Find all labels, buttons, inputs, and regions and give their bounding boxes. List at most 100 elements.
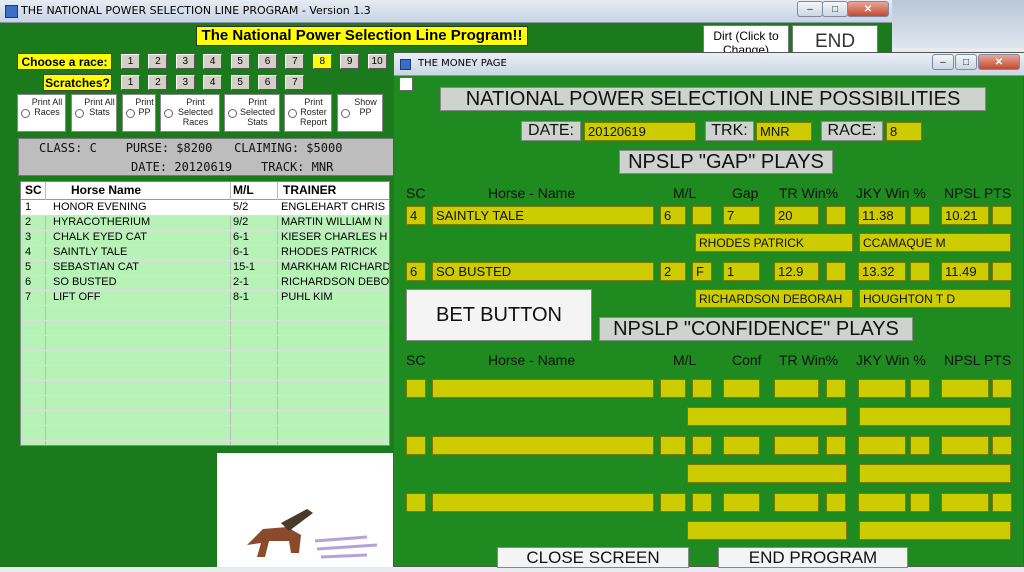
table-row[interactable]: 4 SAINTLY TALE 6-1 RHODES PATRICK (21, 245, 389, 261)
print-option-label: Print PP (135, 97, 154, 117)
table-row[interactable] (21, 410, 389, 426)
radio-circle-icon[interactable] (288, 109, 297, 118)
gap-tr-win-field: 12.9 (774, 262, 819, 281)
gap-pts-field: 10.21 (941, 206, 989, 225)
desktop-strip (890, 0, 1024, 48)
table-row[interactable] (21, 320, 389, 336)
table-row[interactable] (21, 425, 389, 441)
print-option-radio[interactable]: Print Selected Races (160, 94, 220, 132)
confidence-field (941, 493, 989, 512)
gap-sc-field: 6 (406, 262, 426, 281)
cell-name: HYRACOTHERIUM (53, 216, 151, 228)
cell-sc: 5 (25, 261, 32, 273)
print-option-radio[interactable]: Print Selected Stats (224, 94, 280, 132)
table-row[interactable] (21, 305, 389, 321)
print-option-label: Print All Races (31, 97, 63, 117)
gap-jky-win-field: 13.32 (858, 262, 906, 281)
cell-trainer: ENGLEHART CHRIS (281, 201, 386, 213)
scratch-button-6[interactable]: 6 (258, 75, 277, 90)
print-option-label: Print Selected Races (177, 97, 214, 127)
col-ml: M/L (233, 183, 254, 197)
table-row[interactable]: 6 SO BUSTED 2-1 RICHARDSON DEBO (21, 275, 389, 291)
radio-circle-icon[interactable] (75, 109, 84, 118)
race-button-3[interactable]: 3 (175, 54, 195, 69)
main-window-title: THE NATIONAL POWER SELECTION LINE PROGRA… (21, 4, 371, 17)
cell-name: SAINTLY TALE (53, 246, 128, 258)
close-screen-button[interactable]: CLOSE SCREEN (497, 547, 689, 568)
jockey-field: CCAMAQUE M (859, 233, 1011, 252)
scratch-button-2[interactable]: 2 (148, 75, 168, 90)
cell-trainer: PUHL KIM (281, 291, 333, 303)
table-row[interactable] (21, 365, 389, 381)
race-button-7[interactable]: 7 (285, 54, 305, 69)
table-row[interactable]: 5 SEBASTIAN CAT 15-1 MARKHAM RICHARD (21, 260, 389, 276)
app-banner: The National Power Selection Line Progra… (196, 26, 528, 46)
radio-circle-icon[interactable] (228, 109, 237, 118)
dirt-button[interactable]: Dirt (Click to Change) (703, 25, 789, 53)
scratch-button-1[interactable]: 1 (121, 75, 140, 90)
scratch-button-5[interactable]: 5 (230, 75, 250, 90)
race-button-9[interactable]: 9 (340, 54, 360, 69)
print-option-radio[interactable]: Print PP (122, 94, 156, 132)
table-row[interactable] (21, 335, 389, 351)
gap-sc-field: 4 (406, 206, 426, 225)
print-option-radio[interactable]: Print All Races (17, 94, 66, 132)
cell-trainer: KIESER CHARLES H (281, 231, 388, 243)
table-row[interactable]: 7 LIFT OFF 8-1 PUHL KIM (21, 290, 389, 306)
confidence-trainer-field (687, 407, 847, 426)
radio-circle-icon[interactable] (164, 109, 173, 118)
scratch-button-4[interactable]: 4 (203, 75, 223, 90)
race-button-6[interactable]: 6 (258, 54, 277, 69)
bet-button[interactable]: BET BUTTON (406, 289, 592, 341)
gap-heading: NPSLP "GAP" PLAYS (619, 150, 833, 174)
end-program-button[interactable]: END PROGRAM (718, 547, 908, 568)
money-minimize-button[interactable]: – (932, 54, 954, 70)
main-titlebar: THE NATIONAL POWER SELECTION LINE PROGRA… (0, 0, 892, 23)
radio-circle-icon[interactable] (126, 109, 135, 118)
table-row[interactable] (21, 350, 389, 366)
confidence-field (992, 379, 1012, 398)
race-button-8[interactable]: 8 (312, 54, 332, 69)
end-button[interactable]: END (792, 25, 878, 53)
race-button-2[interactable]: 2 (148, 54, 168, 69)
table-row[interactable]: 2 HYRACOTHERIUM 9/2 MARTIN WILLIAM N (21, 215, 389, 231)
money-maximize-button[interactable]: □ (955, 54, 977, 70)
confidence-field (941, 436, 989, 455)
confidence-jockey-field (859, 407, 1011, 426)
cell-ml: 6-1 (233, 246, 249, 258)
scratch-button-7[interactable]: 7 (285, 75, 305, 90)
race-button-5[interactable]: 5 (230, 54, 250, 69)
radio-circle-icon[interactable] (341, 109, 350, 118)
money-page-window: THE MONEY PAGE – □ ✕ NATIONAL POWER SELE… (393, 52, 1024, 568)
confidence-field (406, 436, 426, 455)
col-horse-name: Horse Name (71, 183, 142, 197)
minimize-button[interactable]: – (797, 1, 823, 17)
col-sc: SC (25, 183, 42, 197)
table-row[interactable]: 1 HONOR EVENING 5/2 ENGLEHART CHRIS (21, 200, 389, 216)
cell-name: HONOR EVENING (53, 201, 147, 213)
table-row[interactable] (21, 395, 389, 411)
race-button-4[interactable]: 4 (203, 54, 223, 69)
race-button-1[interactable]: 1 (121, 54, 140, 69)
print-option-radio[interactable]: Print All Stats (71, 94, 117, 132)
table-row[interactable]: 3 CHALK EYED CAT 6-1 KIESER CHARLES H (21, 230, 389, 246)
confidence-field (692, 379, 712, 398)
cell-sc: 6 (25, 276, 32, 288)
cell-ml: 9/2 (233, 216, 249, 228)
maximize-button[interactable]: □ (822, 1, 848, 17)
scratch-button-3[interactable]: 3 (175, 75, 195, 90)
jockey-field: HOUGHTON T D (859, 289, 1011, 308)
table-row[interactable] (21, 380, 389, 396)
confidence-field (910, 379, 930, 398)
money-close-button[interactable]: ✕ (978, 54, 1020, 70)
trainer-field: RHODES PATRICK (695, 233, 853, 252)
print-option-radio[interactable]: Show PP (337, 94, 383, 132)
confidence-field (660, 493, 686, 512)
close-button[interactable]: ✕ (847, 1, 889, 17)
race-button-10[interactable]: 10 (367, 54, 387, 69)
form-icon (399, 77, 413, 91)
gap-col-header: M/L (673, 185, 697, 201)
radio-circle-icon[interactable] (21, 109, 30, 118)
gap-col-header: Horse - Name (488, 185, 576, 201)
print-option-radio[interactable]: Print Roster Report (284, 94, 332, 132)
